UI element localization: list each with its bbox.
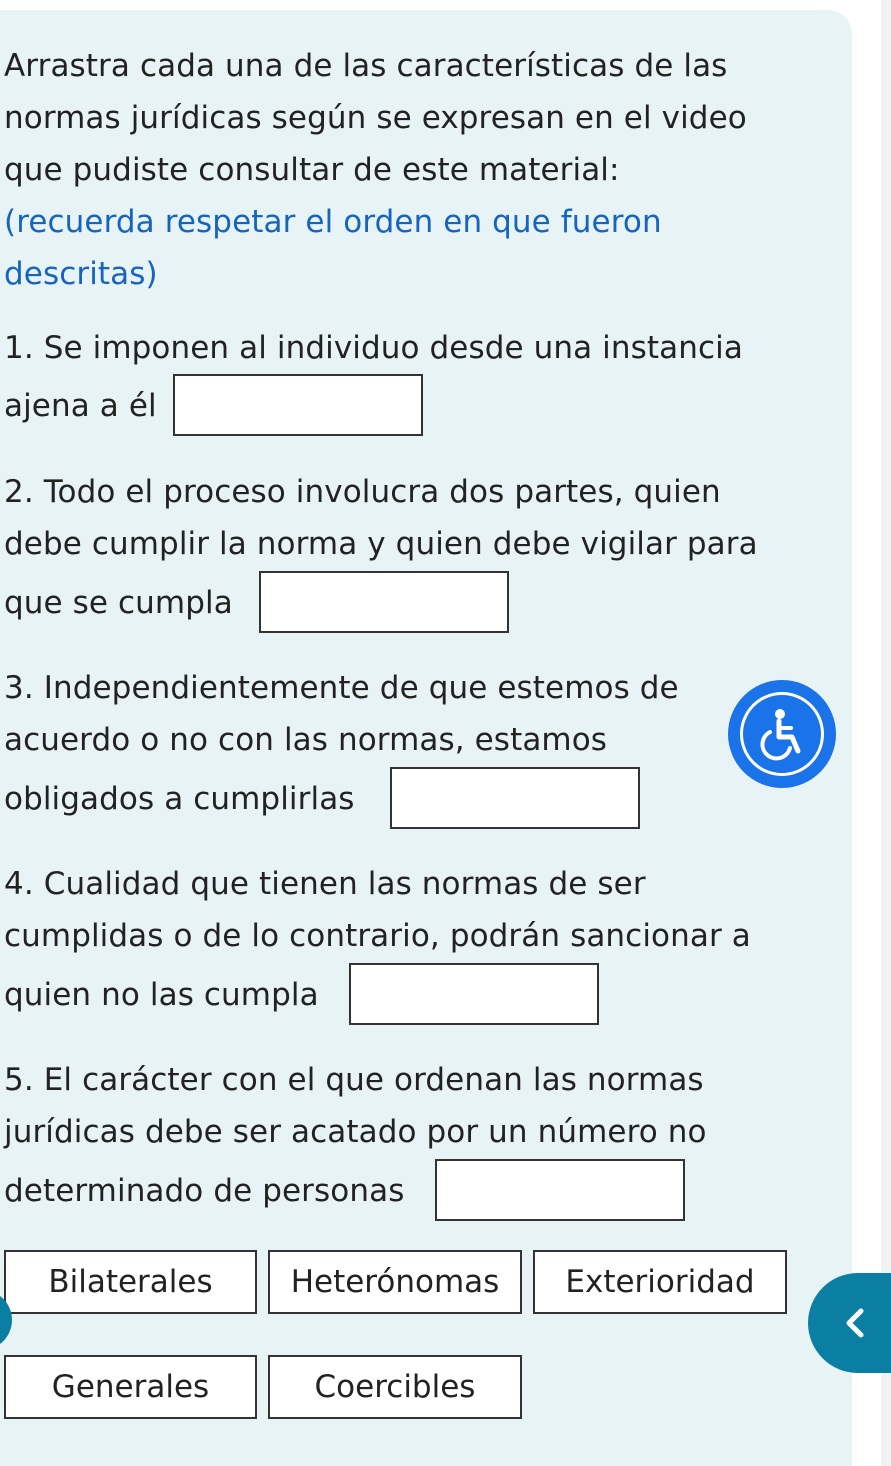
item-2-line-2: debe cumplir la norma y quien debe vigil… bbox=[4, 526, 758, 562]
item-3-line-2: acuerdo o no con las normas, estamos bbox=[4, 722, 608, 758]
option-heteronomas[interactable]: Heterónomas bbox=[268, 1250, 522, 1314]
accessibility-button[interactable] bbox=[728, 680, 836, 788]
item-5-line-1: 5. El carácter con el que ordenan las no… bbox=[4, 1062, 704, 1098]
accessibility-icon bbox=[740, 692, 824, 776]
item-1-line-2: ajena a él bbox=[4, 388, 157, 424]
chevron-left-icon bbox=[846, 1308, 864, 1338]
item-5-line-2: jurídicas debe ser acatado por un número… bbox=[4, 1114, 707, 1150]
item-2-line-3: que se cumpla bbox=[4, 585, 233, 621]
instructions-hint: (recuerda respetar el orden en que fuero… bbox=[4, 204, 662, 292]
item-2-line-1: 2. Todo el proceso involucra dos partes,… bbox=[4, 474, 721, 510]
page: Arrastra cada una de las características… bbox=[0, 0, 891, 1466]
option-exterioridad[interactable]: Exterioridad bbox=[533, 1250, 787, 1314]
item-1-line-1: 1. Se imponen al individuo desde una ins… bbox=[4, 330, 743, 366]
option-coercibles[interactable]: Coercibles bbox=[268, 1355, 522, 1419]
item-4-line-1: 4. Cualidad que tienen las normas de ser bbox=[4, 866, 646, 902]
item-4-line-2: cumplidas o de lo contrario, podrán sanc… bbox=[4, 918, 751, 954]
instructions-text: Arrastra cada una de las características… bbox=[4, 48, 747, 188]
drop-zone-5[interactable] bbox=[435, 1159, 685, 1221]
option-bilaterales[interactable]: Bilaterales bbox=[4, 1250, 257, 1314]
item-3-line-3: obligados a cumplirlas bbox=[4, 781, 355, 817]
drop-zone-3[interactable] bbox=[390, 767, 640, 829]
drop-zone-2[interactable] bbox=[259, 571, 509, 633]
scroll-gutter bbox=[881, 0, 891, 1466]
drop-zone-1[interactable] bbox=[173, 374, 423, 436]
item-4-line-3: quien no las cumpla bbox=[4, 977, 319, 1013]
option-generales[interactable]: Generales bbox=[4, 1355, 257, 1419]
drop-zone-4[interactable] bbox=[349, 963, 599, 1025]
item-3-line-1: 3. Independientemente de que estemos de bbox=[4, 670, 679, 706]
item-5-line-3: determinado de personas bbox=[4, 1173, 405, 1209]
